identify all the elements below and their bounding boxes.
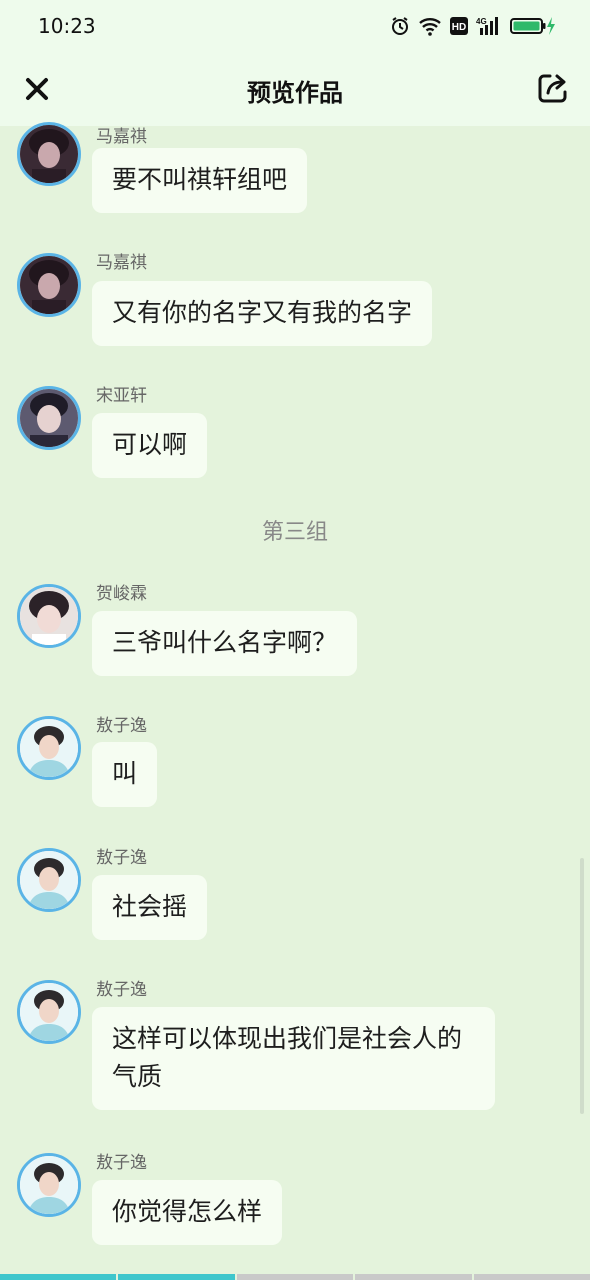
share-button[interactable]: [534, 68, 572, 108]
status-bar: 10:23 HD 4G: [0, 0, 590, 52]
message-bubble: 要不叫祺轩组吧: [92, 148, 308, 213]
section-label: 第三组: [261, 520, 328, 545]
avatar[interactable]: [17, 1153, 81, 1217]
sender-name: 敖子逸: [96, 1153, 147, 1173]
wifi-icon: [419, 18, 441, 36]
page-title: 预览作品: [247, 79, 343, 107]
hd-icon: HD: [450, 17, 468, 35]
sender-name: 马嘉祺: [96, 127, 147, 147]
avatar[interactable]: [17, 253, 81, 317]
sender-name: 敖子逸: [96, 980, 147, 1000]
avatar[interactable]: [17, 848, 81, 912]
progress-segment: [473, 1274, 590, 1280]
message-bubble: 三爷叫什么名字啊？: [92, 611, 358, 676]
avatar[interactable]: [17, 716, 81, 780]
progress-segment: [0, 1274, 117, 1280]
progress-segment: [236, 1274, 354, 1280]
share-icon: [538, 74, 567, 103]
message-bubble: 这样可以体现出我们是社会人的气质: [92, 1007, 495, 1110]
status-icons: HD 4G: [390, 14, 556, 38]
battery-charging-icon: [510, 17, 555, 35]
svg-text:HD: HD: [452, 22, 466, 33]
sender-name: 宋亚轩: [96, 386, 147, 406]
message-bubble: 叫: [92, 742, 158, 807]
status-time: 10:23: [38, 14, 96, 38]
avatar[interactable]: [17, 584, 81, 648]
avatar[interactable]: [17, 122, 81, 186]
sender-name: 敖子逸: [96, 716, 147, 736]
sender-name: 马嘉祺: [96, 253, 147, 273]
message-bubble: 可以啊: [92, 413, 208, 478]
scrollbar[interactable]: [580, 858, 584, 1114]
avatar[interactable]: [17, 386, 81, 450]
alarm-icon: [392, 17, 408, 35]
progress-indicator: [0, 1274, 590, 1280]
svg-text:4G: 4G: [476, 17, 487, 26]
avatar[interactable]: [17, 980, 81, 1044]
app-bar: 预览作品: [0, 52, 590, 126]
progress-segment: [355, 1274, 472, 1280]
signal-4g-icon: 4G: [476, 17, 498, 35]
sender-name: 敖子逸: [96, 848, 147, 868]
message-bubble: 你觉得怎么样: [92, 1180, 283, 1245]
message-bubble: 又有你的名字又有我的名字: [92, 281, 433, 346]
progress-segment: [118, 1274, 235, 1280]
message-bubble: 社会摇: [92, 875, 208, 940]
sender-name: 贺峻霖: [96, 584, 147, 604]
